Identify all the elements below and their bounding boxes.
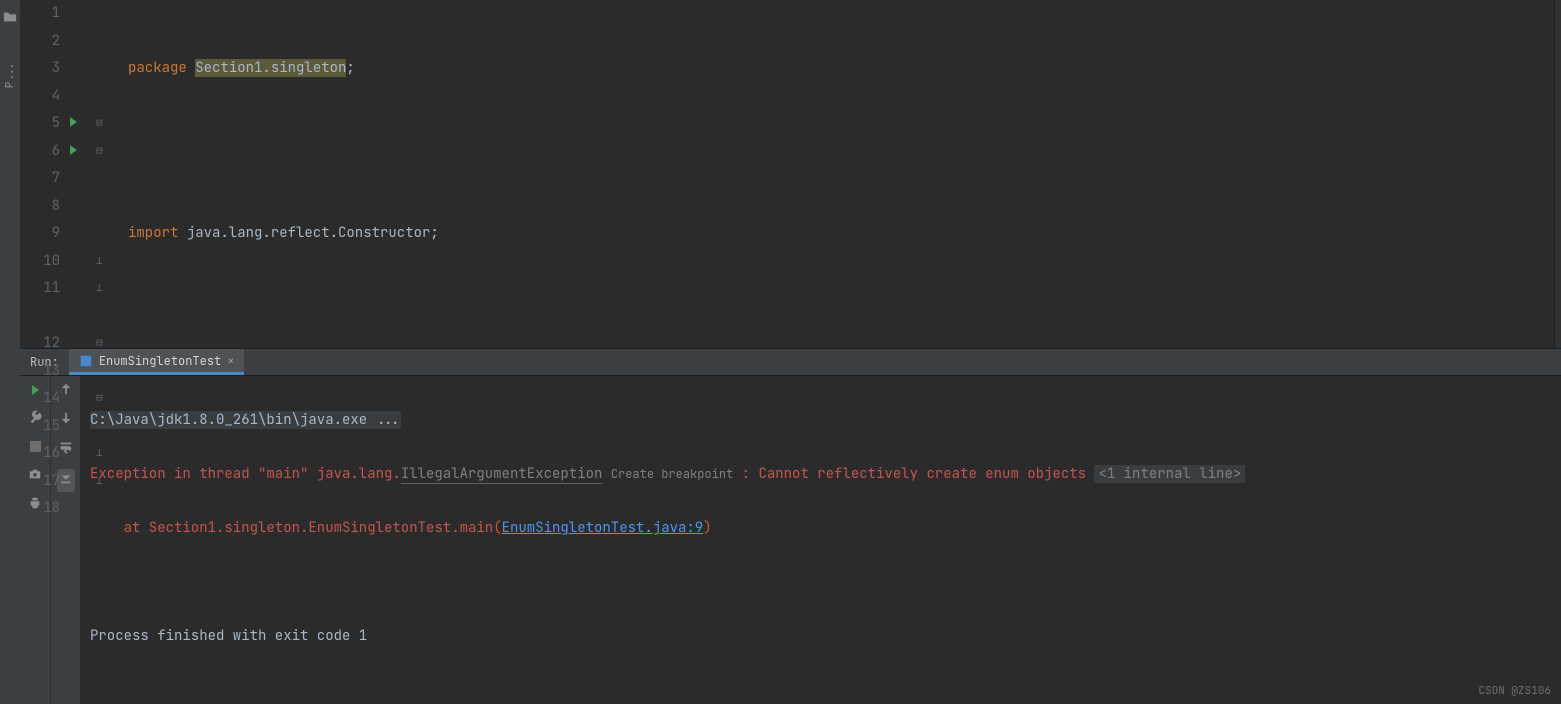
- close-icon[interactable]: ×: [227, 353, 234, 369]
- line-number: 17: [20, 468, 60, 496]
- run-main-icon[interactable]: [70, 138, 96, 166]
- run-gutter: [70, 0, 96, 348]
- console-line: [90, 569, 1561, 596]
- line-number: 13: [20, 358, 60, 386]
- line-number: 5: [20, 110, 60, 138]
- console-line: Exception in thread "main" java.lang.Ill…: [90, 461, 1561, 488]
- console-line: C:\Java\jdk1.8.0_261\bin\java.exe ...: [90, 407, 1561, 434]
- line-number: 7: [20, 165, 60, 193]
- line-number: 14: [20, 385, 60, 413]
- line-number: [20, 303, 60, 331]
- line-number: 10: [20, 248, 60, 276]
- fold-end-icon[interactable]: ⊥: [96, 275, 118, 303]
- tool-window-bar-left[interactable]: P... Bookmarks: [0, 0, 20, 704]
- line-number: 15: [20, 413, 60, 441]
- code-line: package Section1.singleton;: [128, 55, 1554, 83]
- run-toolwindow: C:\Java\jdk1.8.0_261\bin\java.exe ... Ex…: [20, 375, 1561, 704]
- line-number: 8: [20, 193, 60, 221]
- fold-icon[interactable]: ⊟: [96, 385, 118, 413]
- line-number: 2: [20, 28, 60, 56]
- project-icon[interactable]: [3, 10, 17, 24]
- line-number: 3: [20, 55, 60, 83]
- fold-icon[interactable]: ⊟: [96, 110, 118, 138]
- fold-end-icon[interactable]: ⊥: [96, 468, 118, 496]
- code-line: import java.lang.reflect.Constructor;: [128, 220, 1554, 248]
- line-number: 11: [20, 275, 60, 303]
- stacktrace-link[interactable]: EnumSingletonTest.java:9: [502, 519, 704, 537]
- line-number: 4: [20, 83, 60, 111]
- code-line: [128, 303, 1554, 331]
- code-area[interactable]: package Section1.singleton; import java.…: [118, 0, 1554, 348]
- watermark: CSDN @ZS106: [1478, 684, 1551, 698]
- project-label[interactable]: P...: [3, 62, 17, 88]
- fold-end-icon[interactable]: ⊥: [96, 248, 118, 276]
- run-toolwindow-header: Run: EnumSingletonTest ×: [20, 348, 1561, 375]
- console-line: at Section1.singleton.EnumSingletonTest.…: [90, 515, 1561, 542]
- bookmarks-label[interactable]: Bookmarks: [0, 625, 2, 684]
- line-number: 1: [20, 0, 60, 28]
- fold-icon[interactable]: ⊟: [96, 330, 118, 358]
- line-number: 12: [20, 330, 60, 358]
- error-stripe[interactable]: [1554, 0, 1561, 348]
- line-number: 9: [20, 220, 60, 248]
- code-editor[interactable]: 1 2 3 4 5 6 7 8 9 10 11 12 13 14 15 16 1…: [20, 0, 1561, 348]
- code-line: [128, 138, 1554, 166]
- console-output[interactable]: C:\Java\jdk1.8.0_261\bin\java.exe ... Ex…: [80, 376, 1561, 704]
- create-breakpoint-button[interactable]: Create breakpoint: [611, 466, 733, 482]
- console-line: Process finished with exit code 1: [90, 623, 1561, 650]
- fold-icon[interactable]: ⊟: [96, 138, 118, 166]
- run-class-icon[interactable]: [70, 110, 96, 138]
- line-number: 6: [20, 138, 60, 166]
- line-number-gutter: 1 2 3 4 5 6 7 8 9 10 11 12 13 14 15 16 1…: [20, 0, 70, 348]
- line-number: 16: [20, 440, 60, 468]
- line-number: 18: [20, 495, 60, 523]
- fold-end-icon[interactable]: ⊥: [96, 440, 118, 468]
- fold-gutter: ⊟ ⊟ ⊥ ⊥ ⊟ ⊟ ⊥ ⊥: [96, 0, 118, 348]
- exception-link[interactable]: IllegalArgumentException: [401, 465, 603, 484]
